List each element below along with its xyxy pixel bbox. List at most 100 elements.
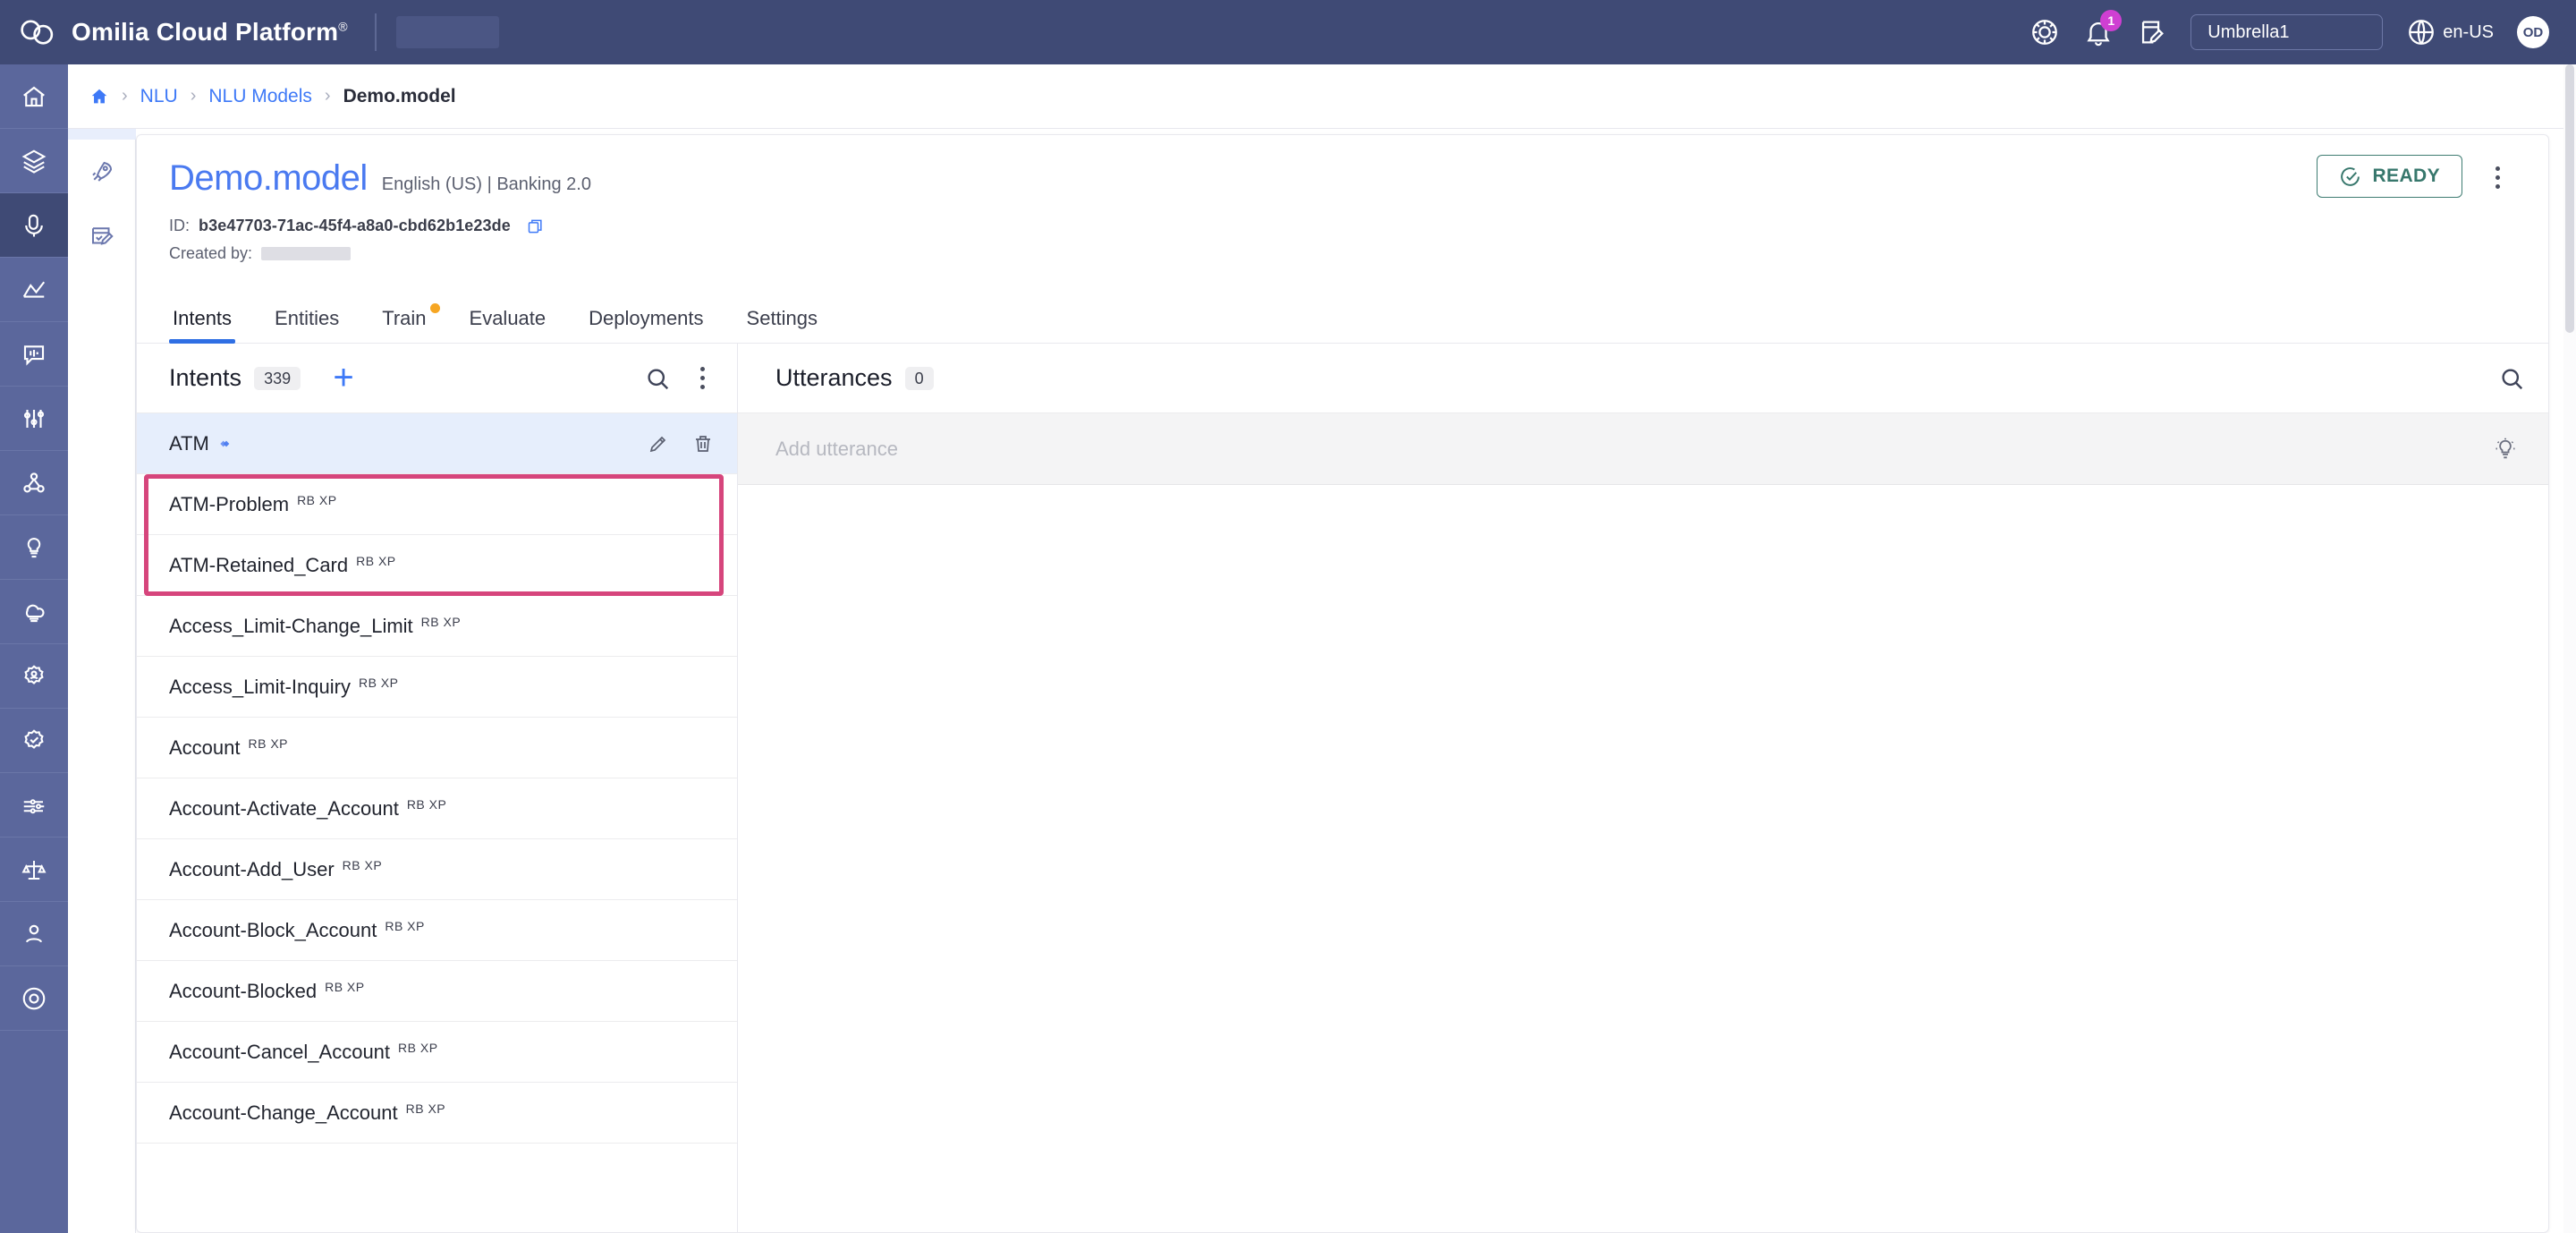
locale-selector[interactable]: en-US: [2406, 17, 2494, 47]
search-icon[interactable]: [2498, 365, 2525, 392]
header-placeholder-block: [395, 16, 499, 48]
sidebar-item-conversations[interactable]: [0, 322, 68, 387]
intent-name-group: Account-Add_User RB XP: [169, 858, 382, 881]
intents-header-actions: [644, 363, 714, 394]
intent-name: Account-Add_User: [169, 857, 335, 880]
copy-icon[interactable]: [527, 217, 545, 235]
intent-name: ATM-Retained_Card: [169, 553, 349, 576]
intent-tags: RB XP: [405, 1101, 446, 1116]
search-icon[interactable]: [644, 365, 671, 392]
sidebar-item-governance[interactable]: [0, 838, 68, 902]
breadcrumb-item-nlu[interactable]: NLU: [140, 86, 178, 107]
intent-name-group: Account-Change_Account RB XP: [169, 1101, 445, 1125]
intent-row[interactable]: Access_Limit-Inquiry RB XP: [137, 657, 737, 718]
sun-icon[interactable]: [2029, 17, 2060, 47]
breadcrumb: › NLU › NLU Models › Demo.model: [68, 64, 2576, 129]
intents-pane-header: Intents 339 +: [137, 344, 737, 413]
intent-row[interactable]: Account-Cancel_Account RB XP: [137, 1022, 737, 1083]
intent-name-group: ATM-Problem RB XP: [169, 493, 337, 516]
sidebar-item-speech[interactable]: [0, 193, 68, 258]
link-icon[interactable]: [217, 435, 235, 453]
title-row: Demo.model English (US) | Banking 2.0: [169, 158, 2516, 199]
intent-row[interactable]: Account-Add_User RB XP: [137, 839, 737, 900]
sidebar-item-analytics[interactable]: [0, 258, 68, 322]
page-scrollbar-thumb[interactable]: [2565, 64, 2574, 333]
locale-label: en-US: [2443, 21, 2494, 42]
intent-name-group: Access_Limit-Inquiry RB XP: [169, 676, 398, 699]
trash-icon[interactable]: [692, 433, 714, 455]
breadcrumb-separator: ›: [324, 86, 331, 106]
analytics-icon: [22, 281, 46, 298]
brand-name: Omilia Cloud Platform: [72, 18, 339, 46]
intent-tags: RB XP: [358, 675, 399, 690]
status-label: READY: [2372, 166, 2440, 186]
tab-settings[interactable]: Settings: [743, 307, 822, 343]
intent-name: Access_Limit-Inquiry: [169, 675, 351, 698]
lightbulb-icon[interactable]: [2493, 437, 2518, 462]
intent-row[interactable]: Access_Limit-Change_Limit RB XP: [137, 596, 737, 657]
tab-entities[interactable]: Entities: [271, 307, 343, 343]
page-scrollbar[interactable]: [2563, 64, 2576, 1233]
sidebar-item-settings-sliders[interactable]: [0, 387, 68, 451]
sidebar-item-insights[interactable]: [0, 515, 68, 580]
intent-row[interactable]: ATM-Problem RB XP: [137, 474, 737, 535]
sidebar-item-layers[interactable]: [0, 129, 68, 193]
intent-tags: RB XP: [385, 918, 425, 933]
home-icon[interactable]: [89, 87, 109, 106]
intent-name-group: Account RB XP: [169, 736, 288, 760]
intent-tags: RB XP: [342, 857, 383, 872]
model-id-label: ID:: [169, 217, 191, 234]
intent-row[interactable]: Account-Activate_Account RB XP: [137, 778, 737, 839]
page-more-menu-button[interactable]: [2482, 160, 2512, 194]
intents-more-menu-button[interactable]: [691, 363, 714, 394]
intent-row[interactable]: ATM-Retained_Card RB XP: [137, 535, 737, 596]
notifications-button[interactable]: 1: [2083, 10, 2123, 47]
sidebar-item-integrations[interactable]: [0, 773, 68, 838]
add-utterance-placeholder: Add utterance: [775, 437, 898, 460]
utterances-pane-header: Utterances 0: [738, 344, 2548, 413]
lifebuoy-icon: [22, 987, 46, 1009]
tab-evaluate[interactable]: Evaluate: [466, 307, 550, 343]
created-by-label: Created by:: [169, 244, 253, 262]
sidebar-item-flows[interactable]: [0, 451, 68, 515]
page-title: Demo.model: [169, 158, 368, 198]
pencil-icon[interactable]: [648, 433, 669, 455]
status-badge[interactable]: READY: [2317, 155, 2462, 198]
kebab-dot: [699, 385, 705, 389]
tenant-selector[interactable]: Umbrella1: [2190, 14, 2384, 50]
intent-name: Account-Cancel_Account: [169, 1040, 391, 1063]
kebab-dot: [699, 367, 705, 371]
model-id-value: b3e47703-71ac-45f4-a8a0-cbd62b1e23de: [199, 217, 511, 234]
brand-registered-mark: ®: [338, 19, 348, 34]
cloud-icon: [25, 604, 45, 622]
balance-scale-icon: [21, 860, 47, 880]
tab-bar: Intents Entities Train Evaluate Deployme…: [137, 288, 2548, 344]
secondary-sidebar-item-annotations[interactable]: [68, 204, 136, 268]
sidebar-item-identity[interactable]: [0, 644, 68, 709]
sidebar-item-compliance[interactable]: [0, 709, 68, 773]
tenant-label: Umbrella1: [2207, 21, 2290, 42]
note-edit-icon[interactable]: [2137, 17, 2167, 47]
breadcrumb-item-current: Demo.model: [343, 85, 456, 106]
sidebar-item-account[interactable]: [0, 902, 68, 966]
add-intent-button[interactable]: +: [327, 358, 360, 397]
avatar[interactable]: OD: [2517, 16, 2549, 48]
intent-row[interactable]: Account-Change_Account RB XP: [137, 1083, 737, 1144]
tab-intents[interactable]: Intents: [169, 307, 236, 344]
sidebar-item-home[interactable]: [0, 64, 68, 129]
sidebar-item-help[interactable]: [0, 966, 68, 1031]
tab-train[interactable]: Train: [378, 303, 440, 343]
intent-row[interactable]: Account-Blocked RB XP: [137, 961, 737, 1022]
brand[interactable]: Omilia Cloud Platform®: [0, 17, 348, 47]
intent-row[interactable]: Account-Block_Account RB XP: [137, 900, 737, 961]
add-utterance-input[interactable]: Add utterance: [738, 413, 2548, 485]
secondary-sidebar-item-deployments[interactable]: [68, 140, 136, 204]
tab-label: Settings: [746, 307, 818, 329]
lightbulb-icon: [27, 537, 41, 557]
intent-name: ATM: [169, 431, 209, 455]
intent-row-selected[interactable]: ATM: [137, 413, 737, 474]
intent-row[interactable]: Account RB XP: [137, 718, 737, 778]
tab-deployments[interactable]: Deployments: [585, 307, 707, 343]
sidebar-item-cloud[interactable]: [0, 580, 68, 644]
breadcrumb-item-nlu-models[interactable]: NLU Models: [208, 86, 312, 107]
